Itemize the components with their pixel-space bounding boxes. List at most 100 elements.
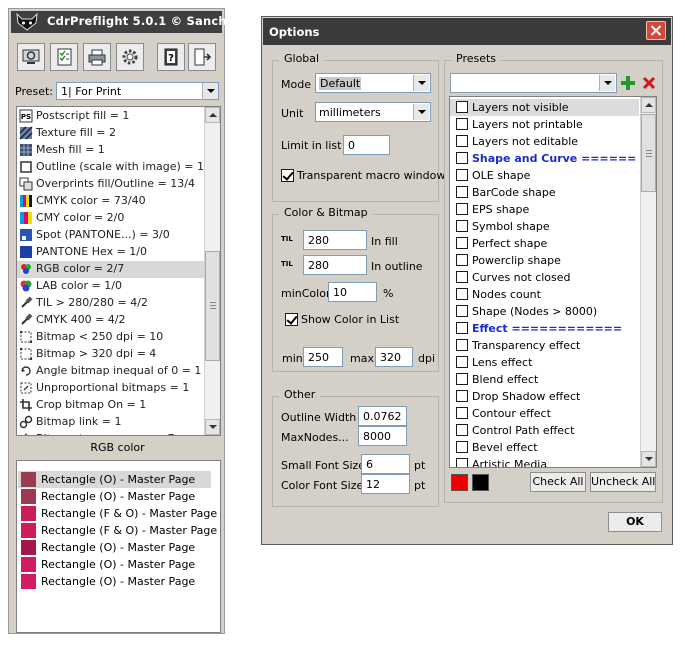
object-row[interactable]: Rectangle (F & O) - Master Page: [18, 505, 217, 522]
print-settings-button[interactable]: [83, 43, 111, 71]
preset-section-row[interactable]: Shape and Curve ======: [450, 150, 639, 167]
result-row[interactable]: Angle bitmap inequal of 0 = 1: [17, 363, 205, 380]
preset-checkbox[interactable]: [456, 237, 468, 249]
preset-row[interactable]: Lens effect: [450, 354, 639, 371]
preset-checkbox[interactable]: [456, 390, 468, 402]
til-fill-input[interactable]: 280: [303, 230, 367, 250]
object-row[interactable]: Rectangle (O) - Master Page: [18, 556, 211, 573]
result-row[interactable]: Bitmap > 320 dpi = 4: [17, 346, 205, 363]
preset-checkbox[interactable]: [456, 220, 468, 232]
result-row[interactable]: Overprints fill/Outline = 13/4: [17, 176, 205, 193]
object-row[interactable]: Rectangle (O) - Master Page: [18, 471, 211, 488]
mode-select[interactable]: Default: [315, 73, 431, 93]
preset-row[interactable]: Transparency effect: [450, 337, 639, 354]
preset-checkbox[interactable]: [456, 407, 468, 419]
checklist-button[interactable]: [50, 43, 78, 71]
small-font-input[interactable]: 6: [361, 454, 410, 474]
preset-checkbox[interactable]: [456, 152, 468, 164]
mincolor-input[interactable]: 10: [328, 282, 377, 302]
result-row[interactable]: Bitmap transparency = 7: [17, 431, 205, 435]
preset-checkbox[interactable]: [456, 271, 468, 283]
result-row[interactable]: Unproportional bitmaps = 1: [17, 380, 205, 397]
preset-checkbox[interactable]: [456, 373, 468, 385]
preset-row[interactable]: Layers not printable: [450, 116, 639, 133]
result-row[interactable]: Bitmap link = 1: [17, 414, 205, 431]
help-button[interactable]: ?: [157, 43, 185, 71]
scroll-thumb[interactable]: [205, 251, 220, 361]
result-row[interactable]: PANTONE Hex = 1/0: [17, 244, 205, 261]
result-row[interactable]: Bitmap < 250 dpi = 10: [17, 329, 205, 346]
scroll-up-button[interactable]: [641, 97, 656, 113]
preset-checkbox[interactable]: [456, 356, 468, 368]
chevron-down-icon[interactable]: [413, 104, 429, 120]
preset-checkbox[interactable]: [456, 288, 468, 300]
preset-row[interactable]: Nodes count: [450, 286, 639, 303]
exit-button[interactable]: [188, 43, 216, 71]
ok-button[interactable]: OK: [608, 512, 662, 532]
preset-checkbox[interactable]: [456, 254, 468, 266]
preset-name-select[interactable]: [450, 73, 617, 93]
color-font-input[interactable]: 12: [361, 474, 410, 494]
preset-checkbox[interactable]: [456, 458, 468, 467]
chevron-down-icon[interactable]: [413, 75, 429, 91]
result-row[interactable]: TIL > 280/280 = 4/2: [17, 295, 205, 312]
unit-select[interactable]: millimeters: [315, 102, 431, 122]
result-row[interactable]: Texture fill = 2: [17, 125, 205, 142]
preset-row[interactable]: Curves not closed: [450, 269, 639, 286]
close-button[interactable]: [646, 21, 666, 40]
result-row[interactable]: RGB color = 2/7: [17, 261, 205, 278]
preset-checkbox[interactable]: [456, 424, 468, 436]
preset-row[interactable]: Symbol shape: [450, 218, 639, 235]
preset-row[interactable]: Powerclip shape: [450, 252, 639, 269]
preset-checkbox[interactable]: [456, 339, 468, 351]
preset-checkbox[interactable]: [456, 305, 468, 317]
preset-checkbox[interactable]: [456, 135, 468, 147]
text-color-swatch[interactable]: [472, 474, 489, 491]
preset-row[interactable]: Perfect shape: [450, 235, 639, 252]
preset-row[interactable]: Layers not visible: [450, 99, 639, 116]
transparent-checkbox[interactable]: [281, 169, 294, 182]
preset-checkbox[interactable]: [456, 169, 468, 181]
object-row[interactable]: Rectangle (F & O) - Master Page: [18, 522, 217, 539]
scroll-down-button[interactable]: [641, 451, 656, 467]
preset-row[interactable]: Control Path effect: [450, 422, 639, 439]
show-color-checkbox[interactable]: [285, 313, 298, 326]
max-dpi-input[interactable]: 320: [375, 347, 413, 367]
scroll-thumb[interactable]: [641, 114, 656, 192]
result-row[interactable]: Outline (scale with image) = 12: [17, 159, 205, 176]
uncheck-all-button[interactable]: Uncheck All: [590, 472, 656, 492]
preset-checkbox[interactable]: [456, 118, 468, 130]
presets-scrollbar[interactable]: [640, 97, 656, 467]
preset-checkbox[interactable]: [456, 322, 468, 334]
settings-button[interactable]: [116, 43, 144, 71]
result-row[interactable]: LAB color = 1/0: [17, 278, 205, 295]
result-row[interactable]: CMYK 400 = 4/2: [17, 312, 205, 329]
preset-row[interactable]: Shape (Nodes > 8000): [450, 303, 639, 320]
result-row[interactable]: Spot (PANTONE...) = 3/0: [17, 227, 205, 244]
limit-input[interactable]: 0: [343, 135, 390, 155]
preset-checkbox[interactable]: [456, 101, 468, 113]
scroll-down-button[interactable]: [205, 419, 220, 435]
outline-width-input[interactable]: 0.0762: [358, 406, 407, 426]
preset-checkbox[interactable]: [456, 203, 468, 215]
preset-section-row[interactable]: Effect ============: [450, 320, 639, 337]
preset-row[interactable]: Artistic Media: [450, 456, 639, 467]
preset-checkbox[interactable]: [456, 441, 468, 453]
result-row[interactable]: Mesh fill = 1: [17, 142, 205, 159]
chevron-down-icon[interactable]: [202, 83, 218, 99]
highlight-color-swatch[interactable]: [451, 474, 468, 491]
preset-row[interactable]: Bevel effect: [450, 439, 639, 456]
preset-row[interactable]: Drop Shadow effect: [450, 388, 639, 405]
result-row[interactable]: CMY color = 2/0: [17, 210, 205, 227]
chevron-down-icon[interactable]: [599, 75, 615, 91]
add-preset-icon[interactable]: [620, 75, 636, 91]
min-dpi-input[interactable]: 250: [303, 347, 343, 367]
preset-row[interactable]: Contour effect: [450, 405, 639, 422]
result-row[interactable]: CMYK color = 73/40: [17, 193, 205, 210]
preset-row[interactable]: EPS shape: [450, 201, 639, 218]
preset-row[interactable]: BarCode shape: [450, 184, 639, 201]
result-row[interactable]: Crop bitmap On = 1: [17, 397, 205, 414]
run-preflight-button[interactable]: [17, 43, 45, 71]
results-scrollbar[interactable]: [204, 107, 220, 435]
preset-select[interactable]: 1| For Print: [56, 82, 219, 100]
